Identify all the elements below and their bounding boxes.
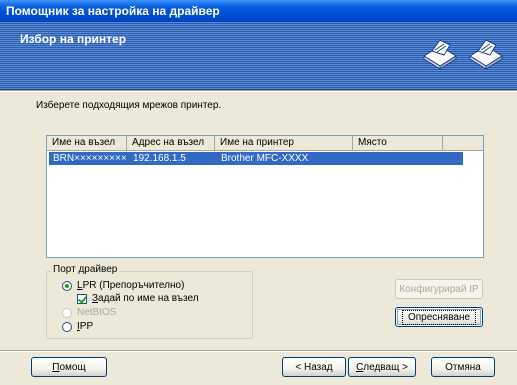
- next-button[interactable]: Следващ >: [348, 357, 416, 377]
- column-header-location[interactable]: Място: [353, 136, 443, 151]
- instruction-text: Изберете подходящия мрежов принтер.: [36, 100, 222, 111]
- cell-node-name: BRN×××××××××: [53, 153, 127, 164]
- checkbox[interactable]: [77, 293, 87, 304]
- radio-lpr[interactable]: LPR (Препоръчително): [62, 280, 184, 291]
- radio-netbios-label: NetBIOS: [77, 307, 117, 318]
- radio-lpr-label: LPR (Препоръчително): [77, 280, 185, 291]
- checkbox-label: Задай по име на възел: [92, 293, 199, 304]
- header-divider: [0, 90, 517, 92]
- cell-location: [355, 152, 445, 165]
- driver-port-label: Порт драйвер: [51, 264, 120, 275]
- radio-ipp-label: IPP: [77, 321, 94, 332]
- printer-network-icon: [423, 39, 457, 70]
- column-header-filler: [443, 136, 483, 151]
- column-header-node-address[interactable]: Адрес на възел: [127, 136, 215, 151]
- printer-list[interactable]: Име на възел Адрес на възел Име на принт…: [46, 135, 484, 258]
- radio-ipp[interactable]: IPP: [62, 321, 93, 332]
- cell-printer-name: Brother MFC-XXXX: [221, 153, 309, 164]
- radio-button[interactable]: [62, 321, 72, 332]
- radio-netbios[interactable]: NetBIOS: [62, 307, 116, 318]
- list-item[interactable]: BRN××××××××× 192.168.1.5 Brother MFC-XXX…: [49, 152, 463, 165]
- list-header: Име на възел Адрес на възел Име на принт…: [47, 136, 483, 151]
- radio-button[interactable]: [62, 307, 72, 318]
- cancel-button[interactable]: Отмяна: [431, 357, 495, 377]
- header-banner: Избор на принтер: [0, 22, 517, 90]
- refresh-button[interactable]: Опресняване: [395, 307, 483, 327]
- configure-ip-button[interactable]: Конфигурирай IP: [395, 279, 483, 299]
- cell-node-address: 192.168.1.5: [133, 153, 186, 164]
- printer-network-icon: [469, 39, 503, 70]
- column-header-node-name[interactable]: Име на възел: [47, 136, 127, 151]
- help-button[interactable]: Помощ: [31, 357, 107, 377]
- back-button[interactable]: < Назад: [282, 357, 346, 377]
- radio-button[interactable]: [62, 280, 72, 291]
- window-title: Помощник за настройка на драйвер: [0, 0, 517, 22]
- column-header-printer-name[interactable]: Име на принтер: [215, 136, 353, 151]
- page-title: Избор на принтер: [20, 32, 127, 46]
- checkbox-assign-by-node-name[interactable]: Задай по име на възел: [77, 293, 199, 304]
- footer-divider: [0, 350, 517, 352]
